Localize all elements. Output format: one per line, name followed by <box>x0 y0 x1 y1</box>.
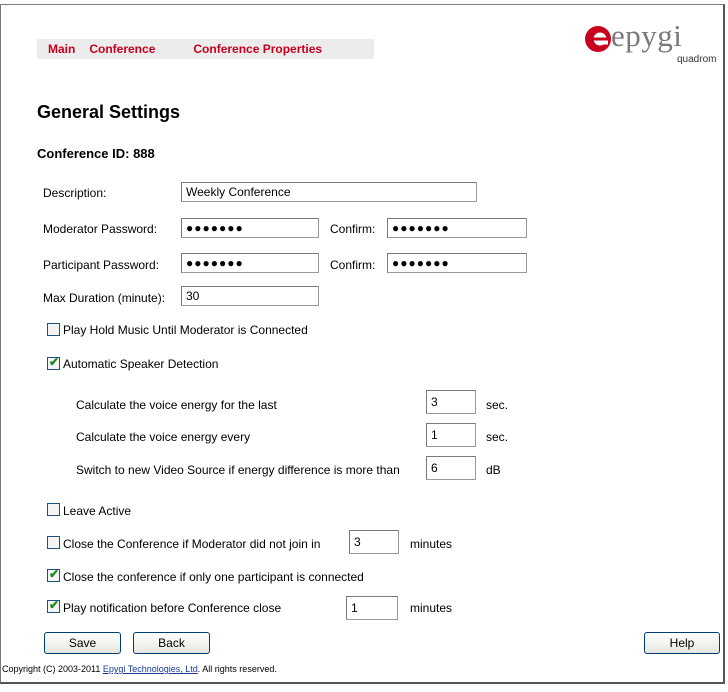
play-notification-input[interactable] <box>346 596 398 620</box>
close-one-participant-label: Close the conference if only one partici… <box>63 570 364 584</box>
copyright-prefix: Copyright (C) 2003-2011 <box>2 664 103 674</box>
play-notification-checkbox[interactable]: ✔ <box>47 598 60 613</box>
description-label: Description: <box>43 186 107 200</box>
moderator-password-label: Moderator Password: <box>43 222 158 236</box>
switch-video-unit: dB <box>486 463 501 477</box>
close-no-moderator-input[interactable] <box>349 530 399 554</box>
moderator-password-input[interactable] <box>181 218 319 238</box>
help-button[interactable]: Help <box>644 632 720 654</box>
logo-word: epygi <box>611 18 683 53</box>
switch-video-label: Switch to new Video Source if energy dif… <box>76 463 400 477</box>
close-no-moderator-unit: minutes <box>410 537 453 551</box>
auto-speaker-label: Automatic Speaker Detection <box>63 357 219 371</box>
back-button[interactable]: Back <box>133 632 210 654</box>
energy-every-label: Calculate the voice energy every <box>76 430 251 444</box>
breadcrumb: Main Conference Conference Properties <box>37 39 374 59</box>
energy-every-unit: sec. <box>486 430 509 444</box>
hold-music-label: Play Hold Music Until Moderator is Conne… <box>63 323 308 337</box>
auto-speaker-checkbox[interactable]: ✔ <box>47 355 60 370</box>
breadcrumb-conference-properties[interactable]: Conference Properties <box>193 42 322 56</box>
epygi-logo-mark <box>585 26 611 52</box>
breadcrumb-conference[interactable]: Conference <box>89 42 155 56</box>
check-icon: ✔ <box>49 598 60 612</box>
close-no-moderator-checkbox[interactable] <box>47 536 60 549</box>
copyright-suffix: . All rights reserved. <box>197 664 277 674</box>
play-notification-label: Play notification before Conference clos… <box>63 601 282 615</box>
participant-confirm-label: Confirm: <box>330 258 376 272</box>
participant-password-label: Participant Password: <box>43 258 160 272</box>
leave-active-label: Leave Active <box>63 504 132 518</box>
save-button[interactable]: Save <box>44 632 121 654</box>
energy-last-input[interactable] <box>426 390 476 414</box>
participant-password-input[interactable] <box>181 253 319 273</box>
max-duration-label: Max Duration (minute): <box>43 291 166 305</box>
check-icon: ✔ <box>49 355 60 369</box>
close-no-moderator-label: Close the Conference if Moderator did no… <box>63 537 321 551</box>
description-input[interactable] <box>181 182 477 202</box>
page-title: General Settings <box>37 102 181 122</box>
logo-subtitle: quadrom <box>677 54 717 65</box>
epygi-link[interactable]: Epygi Technologies, Ltd <box>103 664 198 674</box>
participant-confirm-input[interactable] <box>387 253 527 273</box>
hold-music-checkbox[interactable] <box>47 323 60 336</box>
play-notification-unit: minutes <box>410 601 453 615</box>
breadcrumb-main[interactable]: Main <box>48 42 75 56</box>
epygi-logo: epygi quadrom <box>583 18 717 76</box>
moderator-confirm-label: Confirm: <box>330 222 376 236</box>
conference-id: Conference ID: 888 <box>37 146 155 161</box>
moderator-confirm-input[interactable] <box>387 218 527 238</box>
copyright: Copyright (C) 2003-2011 Epygi Technologi… <box>2 664 277 674</box>
energy-last-unit: sec. <box>486 398 509 412</box>
max-duration-input[interactable] <box>181 286 319 306</box>
check-icon: ✔ <box>49 567 60 581</box>
close-one-participant-checkbox[interactable]: ✔ <box>47 567 60 582</box>
energy-last-label: Calculate the voice energy for the last <box>76 398 277 412</box>
leave-active-checkbox[interactable] <box>47 503 60 516</box>
energy-every-input[interactable] <box>426 423 476 447</box>
switch-video-input[interactable] <box>426 456 476 480</box>
